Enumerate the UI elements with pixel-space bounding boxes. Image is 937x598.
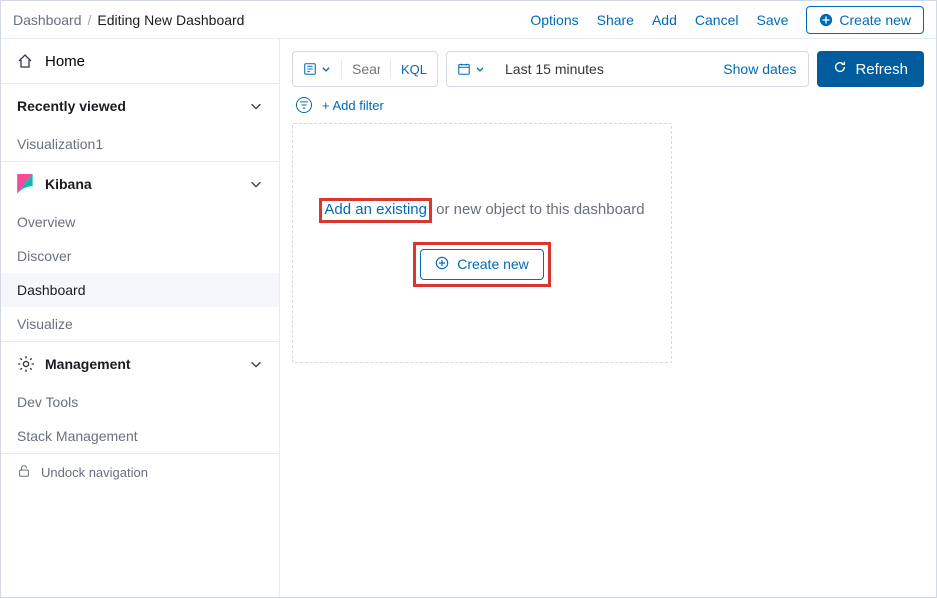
refresh-label: Refresh xyxy=(855,61,908,78)
saved-queries-button[interactable] xyxy=(293,52,341,86)
lock-icon xyxy=(17,464,31,481)
sidebar: Home Recently viewed Visualization1 Kiba… xyxy=(1,39,280,597)
home-label: Home xyxy=(45,53,85,70)
home-icon xyxy=(17,53,37,69)
timepicker-calendar-button[interactable] xyxy=(447,62,495,76)
save-link[interactable]: Save xyxy=(756,12,788,28)
create-new-panel-label: Create new xyxy=(457,256,529,272)
recent-item-visualization1[interactable]: Visualization1 xyxy=(1,127,279,161)
sidebar-item-dev-tools[interactable]: Dev Tools xyxy=(1,385,279,419)
options-link[interactable]: Options xyxy=(530,12,578,28)
undock-navigation[interactable]: Undock navigation xyxy=(1,453,279,491)
create-new-panel-button[interactable]: Create new xyxy=(420,249,544,280)
breadcrumb-root[interactable]: Dashboard xyxy=(13,12,82,28)
add-filter-link[interactable]: + Add filter xyxy=(322,98,384,113)
search-input-wrapper xyxy=(342,61,390,77)
recently-viewed-header[interactable]: Recently viewed xyxy=(1,83,279,127)
create-new-button[interactable]: Create new xyxy=(806,6,924,34)
undock-label: Undock navigation xyxy=(41,465,148,480)
time-range-display[interactable]: Last 15 minutes xyxy=(495,61,711,77)
refresh-icon xyxy=(833,60,847,78)
recently-viewed-label: Recently viewed xyxy=(17,98,126,114)
sidebar-item-visualize[interactable]: Visualize xyxy=(1,307,279,341)
sidebar-item-discover[interactable]: Discover xyxy=(1,239,279,273)
breadcrumb-separator: / xyxy=(88,12,92,28)
plus-circle-icon xyxy=(435,256,449,273)
sidebar-item-dashboard[interactable]: Dashboard xyxy=(1,273,279,307)
create-new-label: Create new xyxy=(839,12,911,28)
filter-options-icon[interactable] xyxy=(296,97,312,113)
management-header[interactable]: Management xyxy=(1,341,279,385)
main-content: KQL Last 15 minutes Show dates Refresh xyxy=(280,39,936,597)
chevron-down-icon xyxy=(249,357,263,371)
plus-circle-icon xyxy=(819,13,833,27)
management-label: Management xyxy=(45,356,131,372)
kql-button[interactable]: KQL xyxy=(391,62,437,77)
add-existing-link[interactable]: Add an existing xyxy=(324,201,427,218)
gear-icon xyxy=(17,355,37,373)
chevron-down-icon xyxy=(249,177,263,191)
breadcrumb-current: Editing New Dashboard xyxy=(97,12,244,28)
kibana-label: Kibana xyxy=(45,176,92,192)
kibana-header[interactable]: Kibana xyxy=(1,161,279,205)
topbar-actions: Options Share Add Cancel Save Create new xyxy=(530,6,924,34)
sidebar-item-stack-management[interactable]: Stack Management xyxy=(1,419,279,453)
share-link[interactable]: Share xyxy=(597,12,634,28)
search-input[interactable] xyxy=(342,61,390,77)
breadcrumb: Dashboard / Editing New Dashboard xyxy=(13,12,244,28)
sidebar-item-overview[interactable]: Overview xyxy=(1,205,279,239)
refresh-button[interactable]: Refresh xyxy=(817,51,924,87)
kibana-logo-icon xyxy=(17,174,37,194)
empty-panel-text: or new object to this dashboard xyxy=(432,201,645,218)
add-link[interactable]: Add xyxy=(652,12,677,28)
empty-panel-message: Add an existing or new object to this da… xyxy=(319,199,644,222)
chevron-down-icon xyxy=(249,99,263,113)
home-link[interactable]: Home xyxy=(1,39,279,83)
cancel-link[interactable]: Cancel xyxy=(695,12,739,28)
show-dates-link[interactable]: Show dates xyxy=(711,61,808,77)
empty-dashboard-panel: Add an existing or new object to this da… xyxy=(292,123,672,363)
